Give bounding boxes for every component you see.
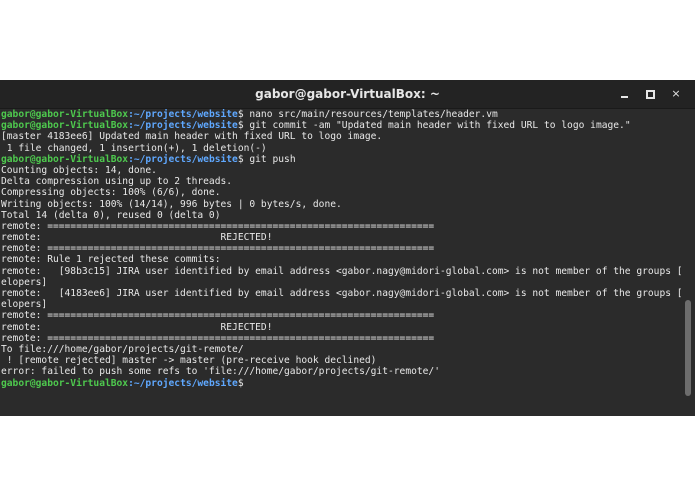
output-line: remote: [98b3c15] JIRA user identified b…: [1, 265, 681, 277]
output-line: elopers]: [1, 299, 48, 311]
command-text: nano src/main/resources/templates/header…: [243, 109, 498, 120]
minimize-button[interactable]: [617, 86, 633, 102]
command-text: git push: [243, 153, 296, 165]
scrollbar-thumb[interactable]: [685, 300, 691, 396]
output-line: remote: Rule 1 rejected these commits:: [1, 254, 221, 266]
output-line: To file:///home/gabor/projects/git-remot…: [1, 343, 244, 355]
output-line: Writing objects: 100% (14/14), 996 bytes…: [1, 198, 342, 210]
output-line: remote: REJECTED!: [1, 232, 273, 244]
prompt-user: gabor@gabor-VirtualBox: [1, 153, 129, 165]
output-line: Compressing objects: 100% (6/6), done.: [1, 187, 221, 199]
output-line: remote: ================================…: [1, 332, 435, 344]
minimize-icon: [621, 96, 628, 98]
prompt-user: gabor@gabor-VirtualBox: [1, 109, 129, 120]
terminal-output[interactable]: gabor@gabor-VirtualBox:~/projects/websit…: [0, 109, 681, 416]
command-text: git commit -am "Updated main header with…: [243, 120, 631, 132]
prompt-path: ~/projects/website: [133, 377, 238, 389]
prompt-user: gabor@gabor-VirtualBox: [1, 120, 129, 132]
output-line: Delta compression using up to 2 threads.: [1, 176, 233, 188]
close-icon: ×: [671, 87, 681, 100]
title-bar[interactable]: gabor@gabor-VirtualBox: ~ ×: [0, 80, 695, 109]
terminal-window: gabor@gabor-VirtualBox: ~ × gabor@gabor-…: [0, 80, 695, 416]
output-line: remote: [4183ee6] JIRA user identified b…: [1, 288, 681, 299]
close-button[interactable]: ×: [668, 86, 684, 102]
output-line: elopers]: [1, 276, 48, 288]
output-line: [master 4183ee6] Updated main header wit…: [1, 131, 383, 143]
prompt-line: gabor@gabor-VirtualBox:~/projects/websit…: [1, 109, 681, 120]
window-title: gabor@gabor-VirtualBox: ~: [255, 87, 440, 101]
output-line: remote: ================================…: [1, 220, 435, 232]
output-line: 1 file changed, 1 insertion(+), 1 deleti…: [1, 142, 267, 154]
output-line: remote: ================================…: [1, 243, 435, 255]
output-line: remote: ================================…: [1, 310, 435, 322]
prompt-path: ~/projects/website: [133, 109, 238, 120]
prompt-user: gabor@gabor-VirtualBox: [1, 377, 129, 389]
prompt-dollar: $: [237, 377, 244, 389]
prompt-line: gabor@gabor-VirtualBox:~/projects/websit…: [1, 154, 681, 165]
prompt-path: ~/projects/website: [133, 120, 238, 132]
prompt-path: ~/projects/website: [133, 153, 238, 165]
maximize-button[interactable]: [642, 86, 658, 102]
output-line: ! [remote rejected] master -> master (pr…: [1, 355, 377, 367]
output-line: Counting objects: 14, done.: [1, 164, 157, 176]
prompt-line: gabor@gabor-VirtualBox:~/projects/websit…: [1, 120, 681, 131]
prompt-line: gabor@gabor-VirtualBox:~/projects/websit…: [1, 378, 681, 389]
output-line: remote: REJECTED!: [1, 321, 273, 333]
maximize-icon: [646, 90, 655, 99]
output-line: error: failed to push some refs to 'file…: [1, 366, 440, 378]
output-line: Total 14 (delta 0), reused 0 (delta 0): [1, 209, 221, 221]
